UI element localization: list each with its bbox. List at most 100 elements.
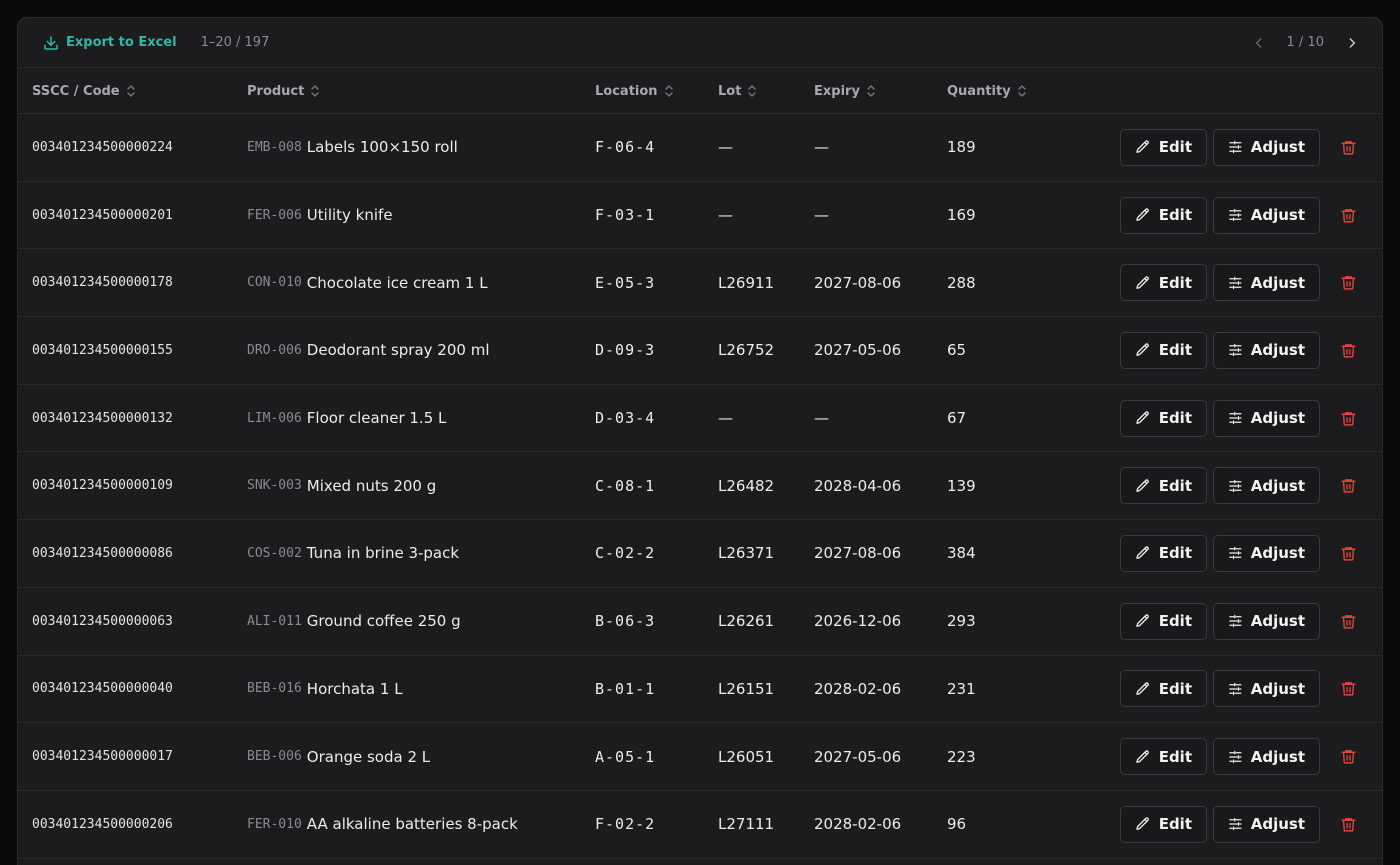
product-sku: EMB-008 xyxy=(247,139,302,155)
column-header-label: Product xyxy=(247,83,305,99)
chevron-left-icon xyxy=(1255,37,1261,48)
location: F-06-4 xyxy=(595,138,656,157)
sort-icon xyxy=(311,85,320,97)
location: D-03-4 xyxy=(595,409,656,428)
adjust-button[interactable]: Adjust xyxy=(1213,399,1320,437)
adjust-label: Adjust xyxy=(1250,476,1305,495)
adjust-button[interactable]: Adjust xyxy=(1213,196,1320,234)
edit-button[interactable]: Edit xyxy=(1120,670,1207,708)
table-row: 003401234500000224 EMB-008 Labels 100×15… xyxy=(18,114,1382,182)
product-cell: FER-010 AA alkaline batteries 8-pack xyxy=(247,791,518,858)
delete-button[interactable] xyxy=(1338,476,1358,496)
adjust-label: Adjust xyxy=(1250,612,1305,631)
sscc-code: 003401234500000178 xyxy=(32,275,173,291)
edit-label: Edit xyxy=(1158,544,1192,563)
lot: L26051 xyxy=(718,747,775,766)
pagination: 1 / 10 xyxy=(1251,35,1360,51)
quantity: 67 xyxy=(947,409,967,428)
delete-button[interactable] xyxy=(1338,340,1358,360)
product-cell: DRO-006 Deodorant spray 200 ml xyxy=(247,317,490,384)
sscc-code: 003401234500000206 xyxy=(32,816,173,832)
edit-button[interactable]: Edit xyxy=(1120,399,1207,437)
sort-icon xyxy=(867,85,875,97)
sort-icon xyxy=(664,85,673,97)
edit-button[interactable]: Edit xyxy=(1120,128,1207,166)
adjust-button[interactable]: Adjust xyxy=(1213,805,1320,843)
location: B-06-3 xyxy=(595,612,656,631)
export-excel-button[interactable]: Export to Excel xyxy=(42,34,177,52)
adjust-button[interactable]: Adjust xyxy=(1213,670,1320,708)
edit-button[interactable]: Edit xyxy=(1120,738,1207,776)
location: C-02-2 xyxy=(595,544,656,563)
product-sku: ALI-011 xyxy=(247,613,302,629)
sliders-icon xyxy=(1229,208,1242,222)
pencil-icon xyxy=(1136,546,1149,560)
delete-button[interactable] xyxy=(1338,273,1358,293)
pencil-icon xyxy=(1136,479,1149,492)
expiry: 2027-08-06 xyxy=(814,273,902,292)
edit-label: Edit xyxy=(1158,815,1192,834)
pencil-icon xyxy=(1136,749,1149,763)
column-header-quantity[interactable]: Quantity xyxy=(947,68,1027,114)
column-header-lot[interactable]: Lot xyxy=(718,68,757,114)
edit-button[interactable]: Edit xyxy=(1120,196,1207,234)
chevron-right-icon xyxy=(1349,37,1355,48)
edit-button[interactable]: Edit xyxy=(1120,602,1207,640)
adjust-label: Adjust xyxy=(1250,138,1305,157)
next-page-button[interactable] xyxy=(1344,35,1360,51)
row-actions: Edit Adjust xyxy=(1120,114,1358,181)
delete-button[interactable] xyxy=(1338,747,1358,767)
delete-button[interactable] xyxy=(1338,543,1358,563)
adjust-button[interactable]: Adjust xyxy=(1213,264,1320,302)
edit-button[interactable]: Edit xyxy=(1120,534,1207,572)
delete-button[interactable] xyxy=(1338,205,1358,225)
adjust-button[interactable]: Adjust xyxy=(1213,534,1320,572)
delete-button[interactable] xyxy=(1338,679,1358,699)
edit-button[interactable]: Edit xyxy=(1120,805,1207,843)
row-actions: Edit Adjust xyxy=(1120,656,1358,723)
sliders-icon xyxy=(1229,818,1242,831)
edit-button[interactable]: Edit xyxy=(1120,467,1207,505)
edit-button[interactable]: Edit xyxy=(1120,331,1207,369)
column-header-label: Lot xyxy=(718,83,742,99)
table-row: 003401234500000206 FER-010 AA alkaline b… xyxy=(18,791,1382,859)
expiry: — xyxy=(814,206,829,225)
trash-icon xyxy=(1340,817,1356,832)
expiry: 2026-12-06 xyxy=(814,612,902,631)
product-sku: BEB-016 xyxy=(247,681,302,697)
delete-button[interactable] xyxy=(1338,408,1358,428)
adjust-button[interactable]: Adjust xyxy=(1213,738,1320,776)
quantity: 288 xyxy=(947,273,976,292)
sliders-icon xyxy=(1229,479,1242,492)
column-header-location[interactable]: Location xyxy=(595,68,674,114)
previous-page-button[interactable] xyxy=(1251,35,1267,51)
adjust-button[interactable]: Adjust xyxy=(1213,602,1320,640)
column-header-expiry[interactable]: Expiry xyxy=(814,68,876,114)
sscc-code: 003401234500000224 xyxy=(32,139,173,155)
sscc-code: 003401234500000017 xyxy=(32,749,173,765)
expiry: — xyxy=(814,409,829,428)
edit-label: Edit xyxy=(1158,206,1192,225)
page-indicator: 1 / 10 xyxy=(1286,35,1324,50)
product-name: Deodorant spray 200 ml xyxy=(306,341,490,360)
column-header-code[interactable]: SSCC / Code xyxy=(32,68,136,114)
stock-table-panel: Export to Excel 1–20 / 197 1 / 10 SSCC /… xyxy=(17,17,1383,865)
lot: — xyxy=(718,206,733,225)
adjust-button[interactable]: Adjust xyxy=(1213,331,1320,369)
adjust-label: Adjust xyxy=(1250,815,1305,834)
delete-button[interactable] xyxy=(1338,814,1358,834)
export-excel-label: Export to Excel xyxy=(66,35,177,50)
row-actions: Edit Adjust xyxy=(1120,249,1358,316)
product-cell: SNK-003 Mixed nuts 200 g xyxy=(247,452,436,519)
delete-button[interactable] xyxy=(1338,137,1358,157)
expiry: 2028-04-06 xyxy=(814,476,902,495)
pencil-icon xyxy=(1136,411,1149,424)
adjust-button[interactable]: Adjust xyxy=(1213,467,1320,505)
location: B-01-1 xyxy=(595,679,656,698)
column-header-product[interactable]: Product xyxy=(247,68,320,114)
adjust-button[interactable]: Adjust xyxy=(1213,128,1320,166)
edit-button[interactable]: Edit xyxy=(1120,264,1207,302)
sscc-code: 003401234500000086 xyxy=(32,545,173,561)
location: F-02-2 xyxy=(595,815,656,834)
delete-button[interactable] xyxy=(1338,611,1358,631)
